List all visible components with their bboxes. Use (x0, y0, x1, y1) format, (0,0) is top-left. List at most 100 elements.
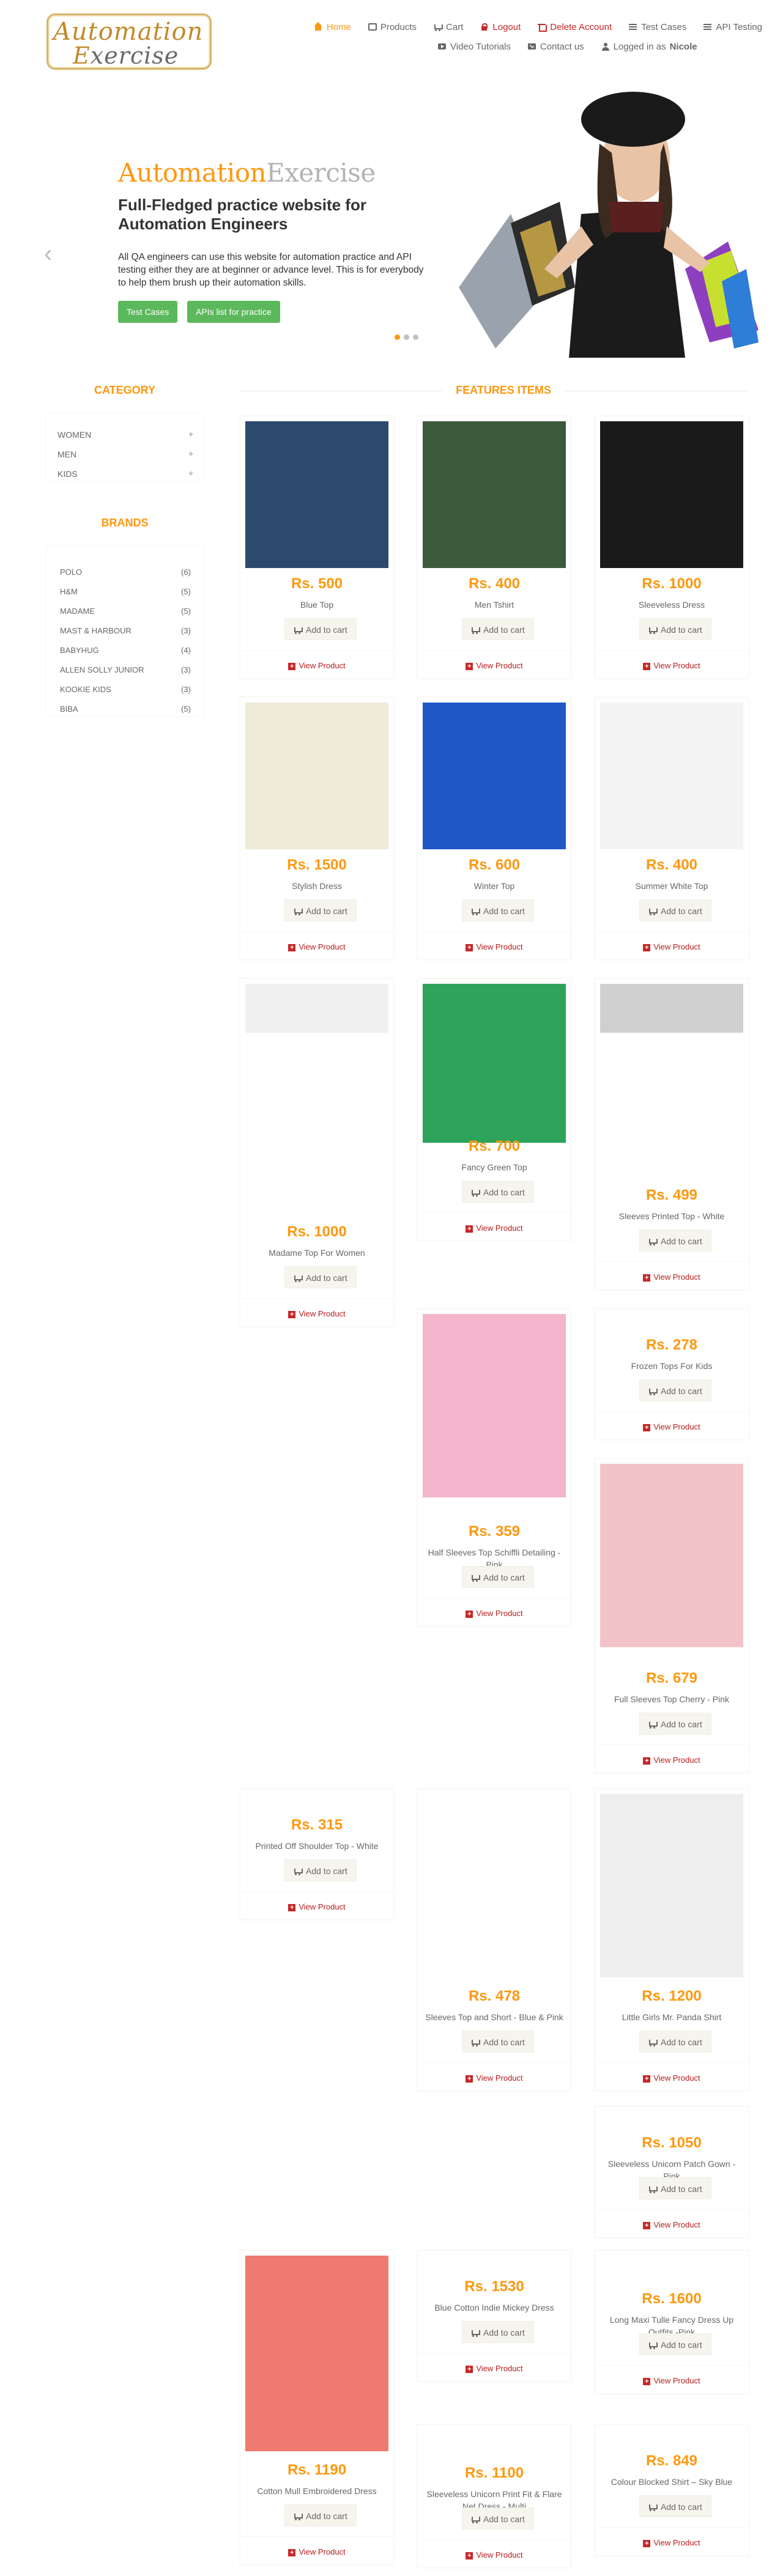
add-to-cart-button[interactable]: Add to cart (462, 618, 534, 640)
category-women[interactable]: Women (58, 430, 91, 440)
slider-dot[interactable] (395, 334, 400, 340)
view-product-link[interactable]: + View Product (418, 2550, 571, 2559)
view-product-link[interactable]: + View Product (595, 942, 748, 951)
view-product-link[interactable]: + View Product (595, 1272, 748, 1282)
logged-in-as: Logged in as Nicole (593, 37, 706, 56)
add-to-cart-button[interactable]: Add to cart (639, 1713, 711, 1735)
cart-icon (648, 2039, 658, 2046)
youtube-icon (438, 43, 447, 50)
add-to-cart-button[interactable]: Add to cart (462, 1566, 534, 1588)
view-product-link[interactable]: + View Product (240, 2547, 393, 2556)
view-product-link[interactable]: + View Product (595, 2073, 748, 2083)
product-card: Rs. 499 Sleeves Printed Top - White Add to… (595, 978, 749, 1290)
view-product-link[interactable]: + View Product (240, 1902, 393, 1911)
nav-cart[interactable]: Cart (425, 17, 472, 37)
slider-dot[interactable] (404, 334, 409, 340)
plus-square-icon: + (643, 2378, 651, 2385)
view-product-link[interactable]: + View Product (240, 942, 393, 951)
nav-api-testing[interactable]: API Testing (695, 17, 771, 37)
add-to-cart-button[interactable]: Add to cart (462, 2031, 534, 2053)
view-product-link[interactable]: + View Product (418, 1609, 571, 1618)
product-name: Sleeves Printed Top - White (618, 1211, 725, 1221)
list-icon (629, 23, 637, 31)
product-name: Stylish Dress (292, 881, 342, 891)
nav-logout[interactable]: Logout (472, 17, 529, 37)
brand-item[interactable]: Madame (60, 607, 95, 616)
view-product-link[interactable]: + View Product (418, 2073, 571, 2083)
cart-icon (294, 626, 303, 634)
view-product-link[interactable]: + View Product (595, 2220, 748, 2229)
category-men[interactable]: Men (58, 449, 76, 459)
view-product-link[interactable]: + View Product (595, 2376, 748, 2385)
product-card: Rs. 1050 Sleeveless Unicorn Patch Gown - … (595, 2106, 749, 2238)
add-to-cart-button[interactable]: Add to cart (462, 1181, 534, 1203)
add-to-cart-button[interactable]: Add to cart (639, 2031, 711, 2053)
add-to-cart-label: Add to cart (661, 2340, 702, 2350)
nav-home[interactable]: Home (306, 17, 360, 37)
add-to-cart-button[interactable]: Add to cart (284, 618, 357, 640)
product-name: Sleeves Top and Short - Blue & Pink (425, 2012, 563, 2022)
view-product-label: View Product (476, 1223, 523, 1233)
add-to-cart-button[interactable]: Add to cart (284, 1266, 357, 1288)
nav-video-tutorials[interactable]: Video Tutorials (429, 37, 519, 56)
cart-icon (648, 2503, 658, 2511)
brand-count: (5) (181, 704, 191, 714)
brand-item[interactable]: Polo (60, 567, 82, 577)
brand-item[interactable]: H&M (60, 587, 78, 596)
view-product-link[interactable]: + View Product (240, 661, 393, 670)
brand-item[interactable]: Allen Solly Junior (60, 665, 144, 674)
add-to-cart-button[interactable]: Add to cart (284, 899, 357, 921)
add-to-cart-button[interactable]: Add to cart (284, 2504, 357, 2526)
add-to-cart-button[interactable]: Add to cart (639, 899, 711, 921)
nav-contact-us[interactable]: Contact us (519, 37, 593, 56)
brand-item[interactable]: Babyhug (60, 646, 99, 655)
nav-products[interactable]: Products (360, 17, 425, 37)
nav-delete-account[interactable]: Delete Account (529, 17, 620, 37)
product-name: Blue Top (300, 600, 334, 610)
product-name: Men Tshirt (474, 600, 514, 610)
add-to-cart-button[interactable]: Add to cart (639, 618, 711, 640)
slider-prev-arrow[interactable]: ‹ (44, 242, 52, 266)
slider-dot[interactable] (413, 334, 418, 340)
nav-row-1: Home Products Cart Logout Delete Account… (294, 17, 771, 37)
test-cases-button[interactable]: Test Cases (118, 301, 178, 323)
view-product-link[interactable]: + View Product (595, 2538, 748, 2547)
view-product-link[interactable]: + View Product (595, 661, 748, 670)
brand-item[interactable]: Mast & Harbour (60, 626, 132, 635)
plus-icon[interactable]: + (188, 468, 193, 478)
add-to-cart-label: Add to cart (661, 906, 702, 916)
add-to-cart-button[interactable]: Add to cart (462, 2321, 534, 2343)
add-to-cart-button[interactable]: Add to cart (462, 899, 534, 921)
view-product-link[interactable]: + View Product (418, 661, 571, 670)
brand-item[interactable]: Biba (60, 704, 78, 714)
plus-icon[interactable]: + (188, 429, 193, 439)
add-to-cart-button[interactable]: Add to cart (284, 1859, 357, 1881)
brand-item[interactable]: Kookie Kids (60, 685, 111, 694)
product-image (423, 984, 566, 1143)
view-product-link[interactable]: + View Product (418, 1223, 571, 1233)
product-price: Rs. 400 (468, 575, 521, 592)
add-to-cart-button[interactable]: Add to cart (639, 1230, 711, 1252)
view-product-link[interactable]: + View Product (418, 942, 571, 951)
view-product-label: View Product (653, 1272, 700, 1282)
add-to-cart-button[interactable]: Add to cart (639, 2333, 711, 2355)
cart-icon (471, 2039, 480, 2046)
add-to-cart-button[interactable]: Add to cart (639, 2495, 711, 2517)
plus-icon[interactable]: + (188, 449, 193, 459)
site-logo[interactable]: Automation Exercise (46, 13, 212, 70)
apis-list-button[interactable]: APIs list for practice (187, 301, 280, 323)
view-product-link[interactable]: + View Product (240, 1309, 393, 1318)
plus-square-icon: + (643, 944, 651, 951)
card-divider (418, 1212, 571, 1213)
product-image (600, 984, 743, 1033)
view-product-link[interactable]: + View Product (418, 2364, 571, 2373)
view-product-link[interactable]: + View Product (595, 1755, 748, 1765)
add-to-cart-button[interactable]: Add to cart (639, 2177, 711, 2199)
add-to-cart-button[interactable]: Add to cart (639, 1379, 711, 1401)
card-divider (240, 1891, 393, 1892)
nav-test-cases[interactable]: Test Cases (620, 17, 695, 37)
add-to-cart-button[interactable]: Add to cart (462, 2508, 534, 2530)
view-product-link[interactable]: + View Product (595, 1422, 748, 1431)
card-divider (595, 1411, 748, 1412)
category-kids[interactable]: Kids (58, 469, 78, 479)
